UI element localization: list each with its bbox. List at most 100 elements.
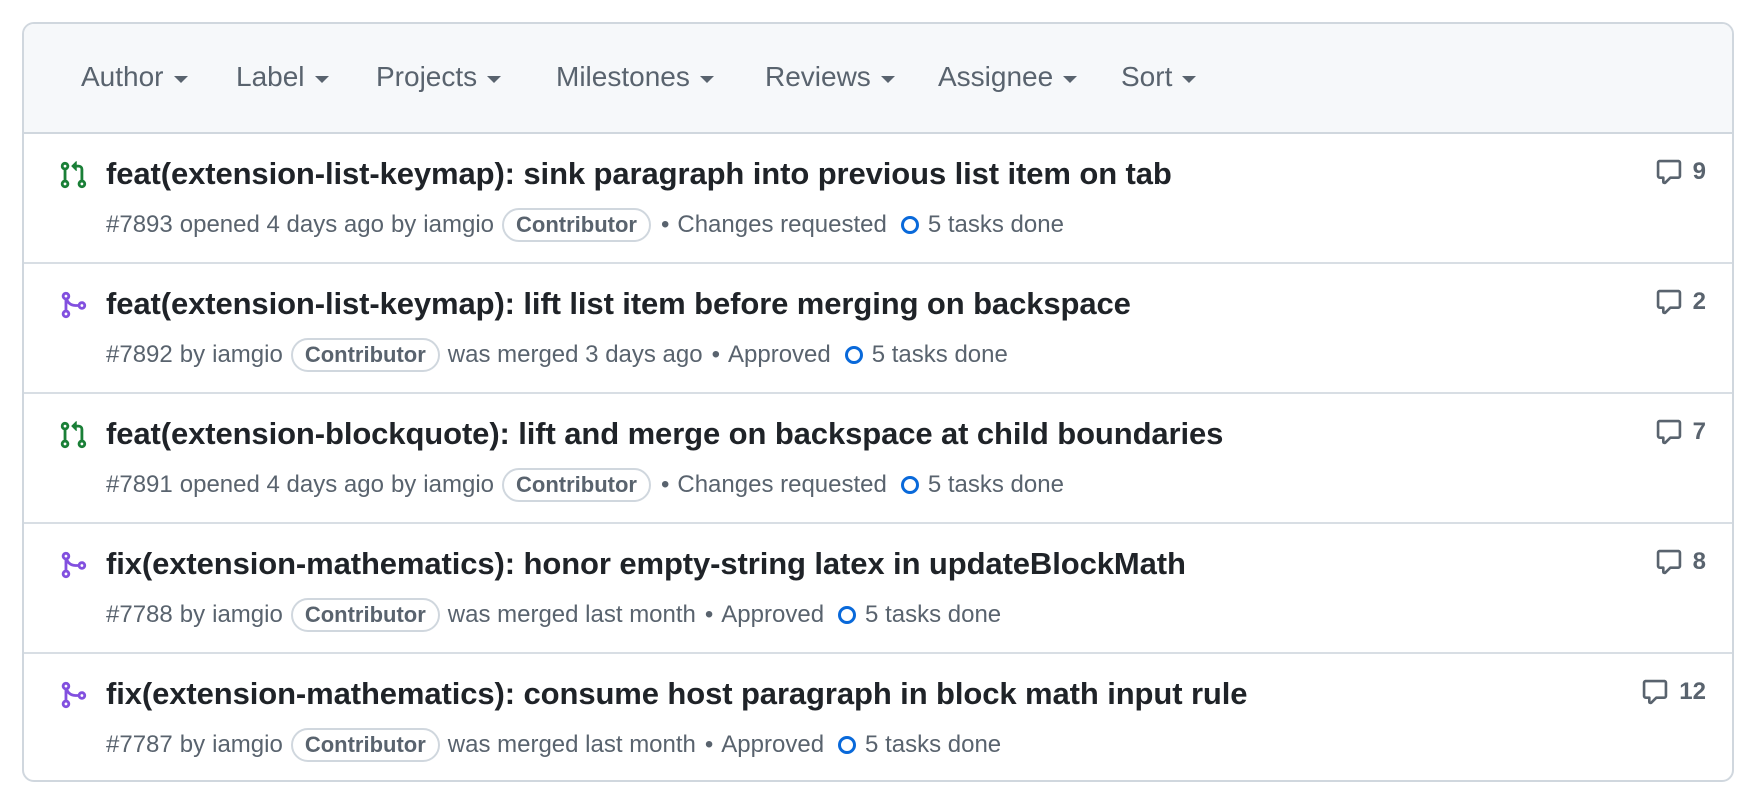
- author-link[interactable]: iamgio: [212, 341, 283, 369]
- comments-link[interactable]: 2: [1655, 288, 1706, 316]
- separator-dot: •: [660, 211, 670, 238]
- comment-count: 12: [1679, 678, 1706, 705]
- projects-filter-label: Projects: [376, 61, 478, 92]
- pull-request-meta: #7788 by iamgio Contributor was merged l…: [106, 596, 1001, 634]
- pull-request-row: feat(extension-list-keymap): sink paragr…: [24, 134, 1732, 264]
- pull-request-number: #7787: [106, 731, 173, 758]
- author-link[interactable]: iamgio: [212, 601, 283, 629]
- review-status[interactable]: Approved: [721, 731, 824, 759]
- reviews-filter[interactable]: Reviews: [765, 24, 895, 130]
- author-link[interactable]: iamgio: [423, 211, 494, 239]
- pull-request-row: fix(extension-mathematics): consume host…: [24, 654, 1732, 780]
- contributor-badge: Contributor: [290, 338, 440, 372]
- pull-request-meta: #7891 opened 4 days ago by iamgio Contri…: [106, 466, 1064, 504]
- task-progress-label: 5 tasks done: [927, 211, 1064, 238]
- task-progress-ring-icon: [838, 606, 857, 624]
- pull-request-title[interactable]: feat(extension-list-keymap): sink paragr…: [106, 156, 1172, 192]
- task-progress-label: 5 tasks done: [865, 601, 1002, 628]
- author-link[interactable]: iamgio: [423, 471, 494, 499]
- pull-request-row: feat(extension-list-keymap): lift list i…: [24, 264, 1732, 394]
- separator-dot: •: [704, 601, 714, 628]
- caret-down-icon: [880, 75, 895, 83]
- separator-dot: •: [660, 471, 670, 498]
- task-progress-label: 5 tasks done: [865, 731, 1002, 758]
- contributor-badge: Contributor: [502, 208, 651, 242]
- pull-request-number: #7892: [106, 341, 173, 368]
- contributor-badge: Contributor: [502, 468, 651, 502]
- git-pull-request-open-icon: [60, 421, 87, 449]
- projects-filter[interactable]: Projects: [376, 24, 502, 130]
- comments-link[interactable]: 12: [1641, 678, 1706, 706]
- comments-link[interactable]: 9: [1655, 158, 1706, 186]
- task-progress-ring-icon: [900, 476, 919, 494]
- task-progress[interactable]: 5 tasks done: [900, 471, 1064, 499]
- pull-request-status: was merged 3 days ago: [447, 341, 703, 368]
- pull-request-row: feat(extension-blockquote): lift and mer…: [24, 394, 1732, 524]
- by-label: by: [179, 731, 206, 758]
- by-label: by: [179, 341, 206, 368]
- caret-down-icon: [314, 75, 329, 83]
- comment-icon: [1656, 549, 1681, 575]
- separator-dot: •: [711, 341, 720, 368]
- pull-request-title[interactable]: fix(extension-mathematics): honor empty-…: [106, 546, 1186, 582]
- author-filter-label: Author: [81, 61, 164, 92]
- by-label: by: [390, 471, 417, 498]
- task-progress-ring-icon: [838, 736, 857, 754]
- task-progress-label: 5 tasks done: [871, 341, 1008, 368]
- review-status[interactable]: Approved: [721, 601, 824, 629]
- task-progress[interactable]: 5 tasks done: [844, 341, 1008, 369]
- assignee-filter-label: Assignee: [938, 61, 1054, 92]
- milestones-filter[interactable]: Milestones: [556, 24, 714, 130]
- comment-count: 2: [1692, 288, 1706, 315]
- pull-request-status: opened 4 days ago: [179, 471, 384, 498]
- pull-request-meta: #7893 opened 4 days ago by iamgio Contri…: [106, 206, 1064, 244]
- separator-dot: •: [704, 731, 714, 758]
- milestones-filter-label: Milestones: [556, 61, 690, 92]
- review-status[interactable]: Changes requested: [677, 211, 886, 239]
- pull-request-status: was merged last month: [447, 731, 696, 758]
- comment-count: 9: [1692, 158, 1706, 185]
- author-link[interactable]: iamgio: [212, 731, 283, 759]
- comment-icon: [1656, 159, 1681, 185]
- pull-request-number: #7788: [106, 601, 173, 628]
- review-status[interactable]: Approved: [728, 341, 831, 369]
- task-progress-ring-icon: [844, 346, 863, 364]
- contributor-badge: Contributor: [290, 728, 440, 762]
- task-progress-label: 5 tasks done: [927, 471, 1064, 498]
- comment-count: 7: [1692, 418, 1706, 445]
- pull-request-title[interactable]: feat(extension-list-keymap): lift list i…: [106, 286, 1131, 322]
- sort-filter[interactable]: Sort: [1121, 24, 1197, 130]
- pull-request-status: was merged last month: [447, 601, 696, 628]
- pull-request-title[interactable]: fix(extension-mathematics): consume host…: [106, 676, 1248, 712]
- label-filter[interactable]: Label: [236, 24, 329, 130]
- caret-down-icon: [173, 75, 188, 83]
- pull-request-meta: #7787 by iamgio Contributor was merged l…: [106, 726, 1001, 764]
- pull-request-number: #7891: [106, 471, 173, 498]
- caret-down-icon: [1182, 75, 1197, 83]
- task-progress[interactable]: 5 tasks done: [900, 211, 1064, 239]
- task-progress[interactable]: 5 tasks done: [838, 601, 1001, 629]
- reviews-filter-label: Reviews: [765, 61, 871, 92]
- by-label: by: [390, 211, 417, 238]
- review-status[interactable]: Changes requested: [677, 471, 886, 499]
- pull-request-number: #7893: [106, 211, 173, 238]
- comment-icon: [1643, 679, 1668, 705]
- pull-request-meta: #7892 by iamgio Contributor was merged 3…: [106, 336, 1008, 374]
- git-merge-icon: [61, 291, 87, 319]
- caret-down-icon: [1063, 75, 1078, 83]
- pull-request-list: Author Label Projects Milestones Reviews…: [22, 22, 1734, 782]
- comment-icon: [1656, 289, 1681, 315]
- assignee-filter[interactable]: Assignee: [938, 24, 1078, 130]
- filter-bar: Author Label Projects Milestones Reviews…: [24, 24, 1732, 134]
- comment-count: 8: [1692, 548, 1706, 575]
- author-filter[interactable]: Author: [81, 24, 188, 130]
- task-progress[interactable]: 5 tasks done: [838, 731, 1001, 759]
- sort-filter-label: Sort: [1121, 61, 1173, 92]
- pull-request-row: fix(extension-mathematics): honor empty-…: [24, 524, 1732, 654]
- pull-request-status: opened 4 days ago: [179, 211, 384, 238]
- comments-link[interactable]: 8: [1655, 548, 1706, 576]
- caret-down-icon: [487, 75, 502, 83]
- pull-request-title[interactable]: feat(extension-blockquote): lift and mer…: [106, 416, 1223, 452]
- comments-link[interactable]: 7: [1655, 418, 1706, 446]
- contributor-badge: Contributor: [290, 598, 440, 632]
